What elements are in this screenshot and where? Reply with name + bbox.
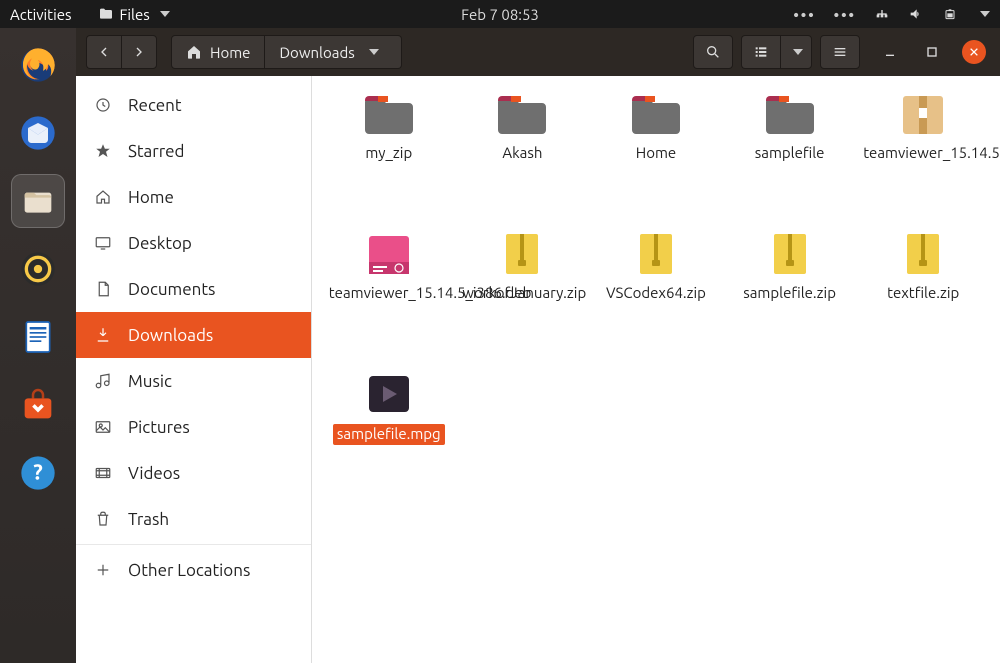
file-label: samplefile.zip (743, 284, 836, 303)
sidebar-item-downloads[interactable]: Downloads (76, 312, 311, 358)
file-label: teamviewer_15.14.5_i386.deb (329, 284, 449, 303)
sidebar-item-label: Desktop (128, 234, 192, 253)
titlebar: Home Downloads (76, 28, 1000, 76)
sidebar-item-recent[interactable]: Recent (76, 82, 311, 128)
sidebar-item-label: Documents (128, 280, 215, 299)
file-item[interactable]: teamviewer_15.14.5.x86_64.rpm (856, 90, 990, 230)
view-options-button[interactable] (780, 35, 812, 69)
dock-firefox[interactable] (11, 38, 65, 92)
file-item[interactable]: teamviewer_15.14.5_i386.deb (322, 230, 456, 370)
sidebar-item-label: Videos (128, 464, 180, 483)
file-label: samplefile (755, 144, 825, 163)
crumb-label: Home (210, 44, 250, 61)
file-item[interactable]: my_zip (322, 90, 456, 230)
file-label: my_zip (365, 144, 412, 163)
crumb-downloads[interactable]: Downloads (265, 35, 401, 69)
svg-text:?: ? (33, 461, 43, 485)
file-label: Akash (502, 144, 542, 163)
dropdown-icon (793, 49, 803, 55)
crumb-label: Downloads (279, 44, 354, 61)
volume-icon[interactable] (908, 6, 924, 22)
app-menu-label: Files (120, 6, 150, 23)
pictures-icon (94, 418, 112, 436)
dropdown-icon (160, 11, 170, 17)
close-button[interactable] (962, 40, 986, 64)
file-item[interactable]: samplefile.zip (723, 230, 857, 370)
dock-software[interactable] (11, 378, 65, 432)
indicator-icon[interactable]: ••• (834, 6, 856, 23)
sidebar-item-music[interactable]: Music (76, 358, 311, 404)
sidebar-item-trash[interactable]: Trash (76, 496, 311, 542)
sidebar-item-label: Home (128, 188, 174, 207)
file-item[interactable]: samplefile.mpg (322, 370, 456, 510)
dock-files[interactable] (11, 174, 65, 228)
dock-thunderbird[interactable] (11, 106, 65, 160)
music-icon (94, 372, 112, 390)
sidebar-item-label: Pictures (128, 418, 190, 437)
file-item[interactable]: samplefile (723, 90, 857, 230)
videos-icon (94, 464, 112, 482)
back-button[interactable] (86, 35, 121, 69)
file-item[interactable]: Home (589, 90, 723, 230)
view-list-button[interactable] (741, 35, 780, 69)
system-menu-icon[interactable] (980, 11, 990, 17)
breadcrumb: Home Downloads (171, 35, 402, 69)
recent-icon (94, 96, 112, 114)
star-icon (94, 142, 112, 160)
sidebar-item-starred[interactable]: Starred (76, 128, 311, 174)
sidebar-item-label: Starred (128, 142, 185, 161)
dock-libreoffice[interactable] (11, 310, 65, 364)
file-item[interactable]: workofJanuary.zip (456, 230, 590, 370)
trash-icon (94, 510, 112, 528)
home-icon (94, 188, 112, 206)
file-label: VSCodex64.zip (606, 284, 706, 303)
sidebar-item-home[interactable]: Home (76, 174, 311, 220)
sidebar-item-videos[interactable]: Videos (76, 450, 311, 496)
hamburger-menu[interactable] (820, 35, 860, 69)
sidebar-item-documents[interactable]: Documents (76, 266, 311, 312)
file-label: workofJanuary.zip (462, 284, 582, 303)
network-icon[interactable] (874, 6, 890, 22)
documents-icon (94, 280, 112, 298)
activities-button[interactable]: Activities (10, 6, 72, 23)
desktop-icon (94, 234, 112, 252)
search-button[interactable] (693, 35, 733, 69)
file-label: Home (636, 144, 676, 163)
sidebar-item-desktop[interactable]: Desktop (76, 220, 311, 266)
crumb-home[interactable]: Home (171, 35, 265, 69)
file-label: teamviewer_15.14.5.x86_64.rpm (863, 144, 983, 163)
sidebar-item-pictures[interactable]: Pictures (76, 404, 311, 450)
dropdown-icon (369, 49, 379, 55)
home-icon (186, 44, 202, 60)
sidebar-other-locations[interactable]: Other Locations (76, 547, 311, 593)
top-panel: Activities Files Feb 7 08:53 ••• ••• (0, 0, 1000, 28)
sidebar: Recent Starred Home Desktop Documents Downloa… (76, 76, 312, 663)
sidebar-item-label: Recent (128, 96, 182, 115)
sidebar-item-label: Music (128, 372, 172, 391)
file-label: textfile.zip (887, 284, 959, 303)
app-menu[interactable]: Files (98, 6, 170, 23)
battery-icon[interactable] (942, 6, 958, 22)
file-label: samplefile.mpg (333, 424, 445, 445)
maximize-button[interactable] (920, 40, 944, 64)
file-item[interactable]: Akash (456, 90, 590, 230)
sidebar-item-label: Other Locations (128, 561, 250, 580)
dock-rhythmbox[interactable] (11, 242, 65, 296)
files-window: Home Downloads Recent Starred Home Desktop D… (76, 28, 1000, 663)
folder-icon (98, 6, 114, 22)
file-item[interactable]: textfile.zip (856, 230, 990, 370)
sidebar-item-label: Trash (128, 510, 169, 529)
forward-button[interactable] (121, 35, 157, 69)
file-grid: my_zip Akash Home samplefile teamviewer_15.1… (312, 76, 1000, 663)
plus-icon (94, 561, 112, 579)
sidebar-item-label: Downloads (128, 326, 213, 345)
file-item[interactable]: VSCodex64.zip (589, 230, 723, 370)
minimize-button[interactable] (878, 40, 902, 64)
dock-help[interactable]: ? (11, 446, 65, 500)
indicator-icon[interactable]: ••• (793, 6, 815, 23)
dock: ? (0, 28, 76, 663)
downloads-icon (94, 326, 112, 344)
